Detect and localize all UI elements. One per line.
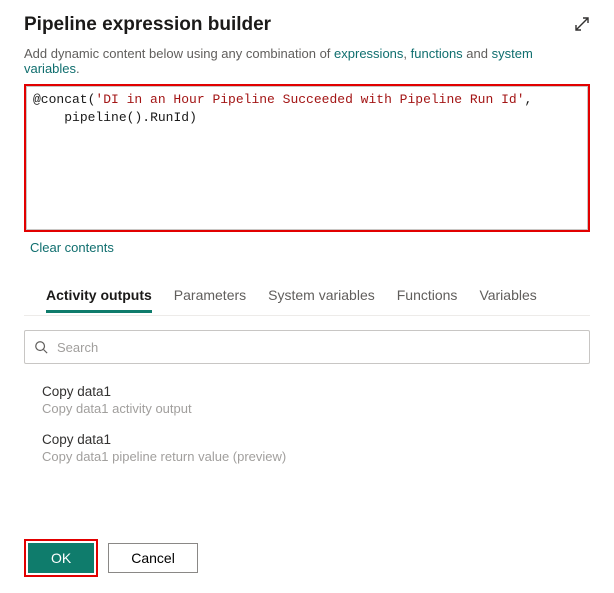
tab-functions[interactable]: Functions [397, 279, 458, 313]
tabs-row: Activity outputs Parameters System varia… [46, 279, 590, 313]
output-title: Copy data1 [42, 384, 590, 399]
page-title: Pipeline expression builder [24, 14, 271, 36]
editor-token [33, 110, 64, 125]
tab-parameters[interactable]: Parameters [174, 279, 246, 313]
cancel-button[interactable]: Cancel [108, 543, 198, 573]
editor-token: , [525, 92, 533, 107]
clear-contents-link[interactable]: Clear contents [30, 240, 114, 255]
editor-token: 'DI in an Hour Pipeline Succeeded with P… [95, 92, 524, 107]
search-icon [34, 340, 48, 354]
subtitle-sep2: and [463, 46, 492, 61]
output-desc: Copy data1 activity output [42, 401, 590, 416]
editor-token: RunId [150, 110, 189, 125]
editor-token: . [142, 110, 150, 125]
search-input[interactable] [24, 330, 590, 364]
tabs-divider [24, 315, 590, 316]
expression-editor-highlight: @concat('DI in an Hour Pipeline Succeede… [24, 84, 590, 232]
tab-system-variables[interactable]: System variables [268, 279, 375, 313]
expression-editor[interactable]: @concat('DI in an Hour Pipeline Succeede… [26, 86, 588, 230]
expressions-link[interactable]: expressions [334, 46, 403, 61]
tab-variables[interactable]: Variables [479, 279, 536, 313]
activity-outputs-list: Copy data1 Copy data1 activity output Co… [42, 384, 590, 464]
subtitle-suffix: . [76, 61, 80, 76]
tab-activity-outputs[interactable]: Activity outputs [46, 279, 152, 313]
output-desc: Copy data1 pipeline return value (previe… [42, 449, 590, 464]
editor-token: ) [189, 110, 197, 125]
output-item[interactable]: Copy data1 Copy data1 pipeline return va… [42, 432, 590, 464]
ok-button-highlight: OK [24, 539, 98, 577]
editor-token: @concat [33, 92, 88, 107]
subtitle-sep1: , [403, 46, 410, 61]
ok-button[interactable]: OK [28, 543, 94, 573]
output-title: Copy data1 [42, 432, 590, 447]
subtitle-prefix: Add dynamic content below using any comb… [24, 46, 334, 61]
footer-buttons: OK Cancel [24, 539, 198, 577]
expand-icon[interactable] [574, 16, 590, 36]
functions-link[interactable]: functions [411, 46, 463, 61]
editor-token: pipeline [64, 110, 126, 125]
subtitle-text: Add dynamic content below using any comb… [24, 46, 590, 76]
output-item[interactable]: Copy data1 Copy data1 activity output [42, 384, 590, 416]
